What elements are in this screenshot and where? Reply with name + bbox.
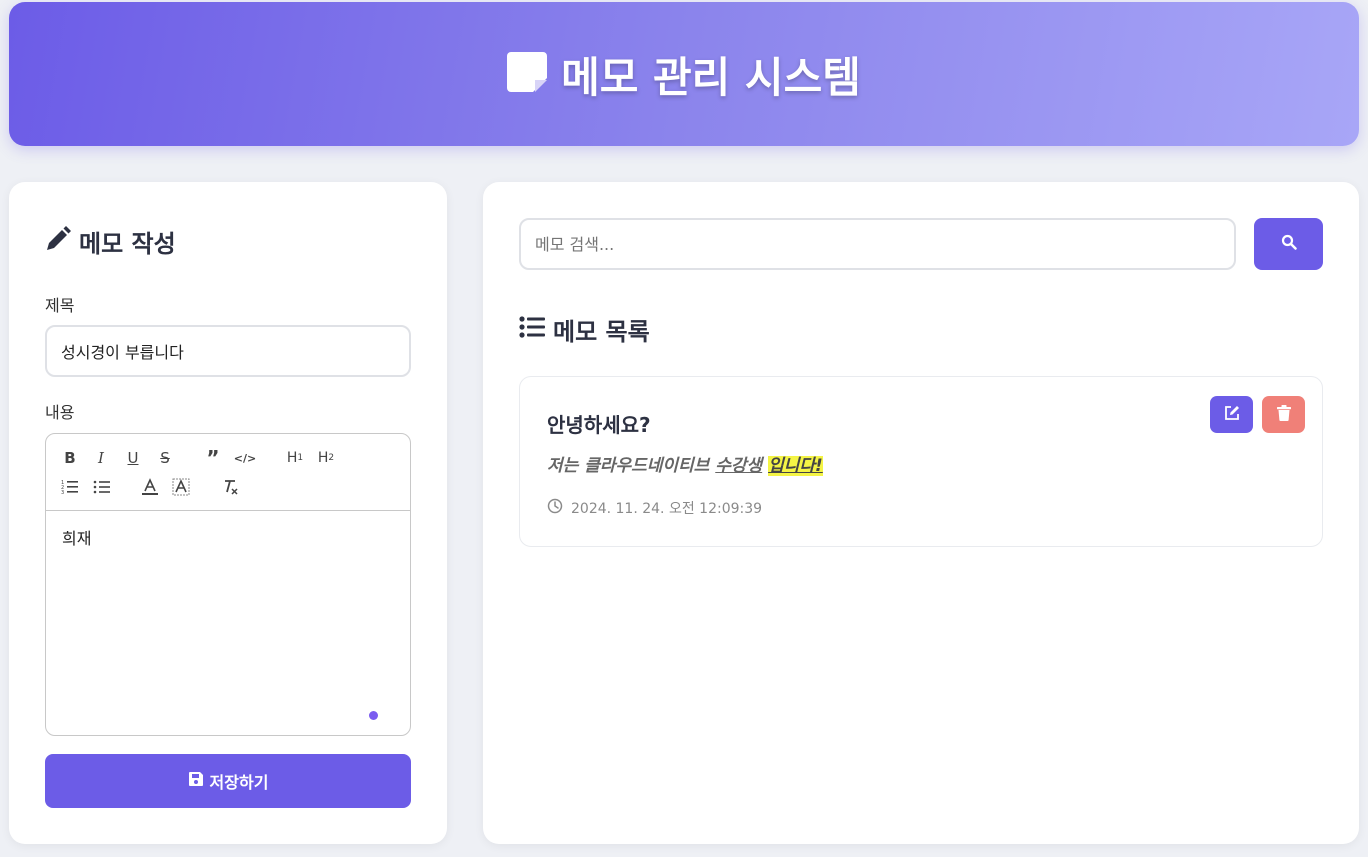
ordered-list-button[interactable]: 1 2 3 xyxy=(60,477,80,497)
background-color-icon xyxy=(172,478,190,496)
bold-button[interactable]: B xyxy=(60,448,80,468)
page-title: 메모 관리 시스템 xyxy=(561,52,861,102)
italic-button[interactable]: I xyxy=(91,448,111,468)
list-heading: 메모 목록 xyxy=(519,312,650,347)
clear-format-icon xyxy=(225,480,238,495)
underline-button[interactable]: U xyxy=(123,448,143,468)
editor-toolbar: B I U S ” </> H1 H2 1 2 3 xyxy=(46,434,410,511)
bullet-list-icon xyxy=(93,480,110,494)
memo-content-underlined: 수강생 xyxy=(715,456,763,476)
clock-icon xyxy=(547,498,563,518)
svg-text:3: 3 xyxy=(61,490,64,495)
title-input[interactable] xyxy=(45,325,411,377)
title-label: 제목 xyxy=(45,296,75,315)
memo-content-italic: 클라우드네이티브 xyxy=(584,456,716,476)
background-color-button[interactable] xyxy=(171,477,191,497)
memo-content-plain: 저는 xyxy=(547,456,585,476)
search-button[interactable] xyxy=(1254,218,1323,270)
edit-icon xyxy=(1224,405,1240,425)
pencil-icon xyxy=(45,225,71,258)
list-icon xyxy=(519,315,545,344)
memo-editor-panel: 메모 작성 제목 내용 B I U S ” </> H1 H2 1 2 3 xyxy=(9,182,447,844)
blockquote-button[interactable]: ” xyxy=(203,446,223,470)
bullet-list-button[interactable] xyxy=(92,477,112,497)
page-header: 메모 관리 시스템 xyxy=(9,2,1359,146)
memo-content: 저는 클라우드네이티브 수강생 입니다! xyxy=(547,451,823,476)
memo-card: 안녕하세요? 저는 클라우드네이티브 수강생 입니다! 2024. 11. 24… xyxy=(519,376,1323,547)
search-input[interactable] xyxy=(519,218,1236,270)
memo-date-text: 2024. 11. 24. 오전 12:09:39 xyxy=(571,501,763,517)
clear-format-button[interactable] xyxy=(221,477,241,497)
grammar-indicator-dot xyxy=(369,711,378,720)
memo-date: 2024. 11. 24. 오전 12:09:39 xyxy=(547,498,762,518)
rich-text-editor: B I U S ” </> H1 H2 1 2 3 희재 xyxy=(45,433,411,736)
text-color-icon xyxy=(142,478,158,495)
memo-content-highlighted: 입니다! xyxy=(768,456,823,476)
floppy-disk-icon xyxy=(188,771,204,791)
list-heading-text: 메모 목록 xyxy=(553,318,650,346)
edit-memo-button[interactable] xyxy=(1210,396,1253,433)
memo-title: 안녕하세요? xyxy=(547,413,651,437)
strikethrough-button[interactable]: S xyxy=(155,448,175,468)
text-color-button[interactable] xyxy=(140,477,160,497)
ordered-list-icon: 1 2 3 xyxy=(61,480,78,495)
delete-memo-button[interactable] xyxy=(1262,396,1305,433)
header-2-button[interactable]: H2 xyxy=(313,448,339,468)
content-label: 내용 xyxy=(45,403,75,422)
editor-heading: 메모 작성 xyxy=(45,224,176,259)
sticky-note-icon xyxy=(507,52,548,96)
code-block-button[interactable]: </> xyxy=(234,448,256,468)
editor-heading-text: 메모 작성 xyxy=(79,230,176,258)
header-1-button[interactable]: H1 xyxy=(282,448,308,468)
save-button-label: 저장하기 xyxy=(209,773,269,792)
memo-list-panel: 메모 목록 안녕하세요? 저는 클라우드네이티브 수강생 입니다! 2024. … xyxy=(483,182,1359,844)
search-icon xyxy=(1281,234,1297,254)
save-button[interactable]: 저장하기 xyxy=(45,754,411,808)
editor-content[interactable]: 희재 xyxy=(46,511,410,563)
trash-icon xyxy=(1276,404,1291,425)
